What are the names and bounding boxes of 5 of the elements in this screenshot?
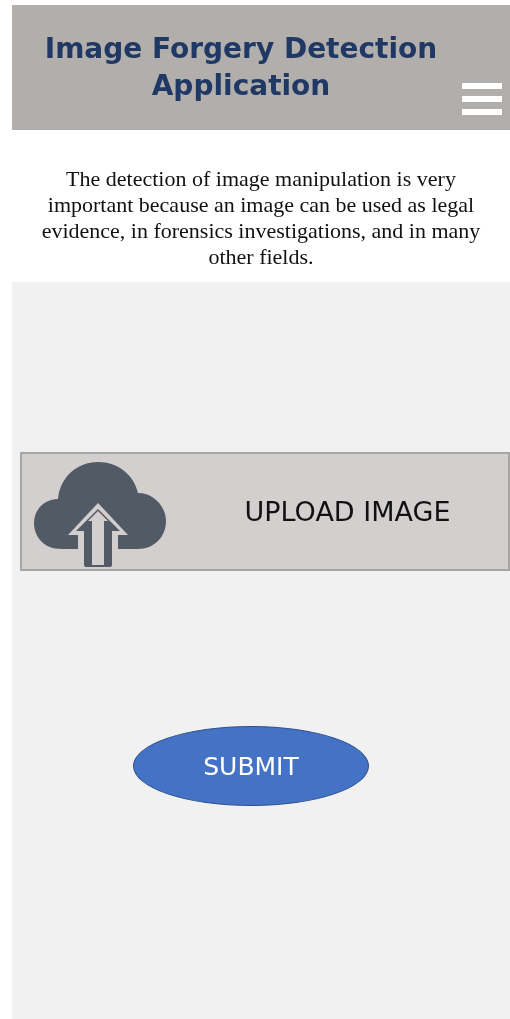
description-text: The detection of image manipulation is very important because an image can be used as legal evidence, in forensics investigations, and in many other fields. <box>40 166 482 270</box>
upload-image-button[interactable]: UPLOAD IMAGE <box>20 452 510 571</box>
menu-icon[interactable] <box>462 83 502 115</box>
submit-button[interactable]: SUBMIT <box>133 726 369 806</box>
app-title: Image Forgery Detection Application <box>43 31 439 104</box>
